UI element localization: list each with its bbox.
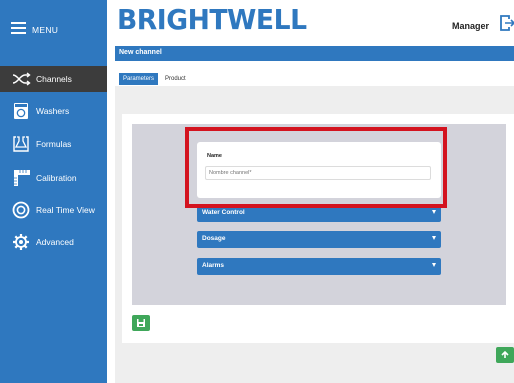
brand-logo: BRIGHTWELL bbox=[117, 3, 307, 36]
washer-icon bbox=[14, 103, 28, 119]
section-alarms[interactable]: Alarms bbox=[197, 258, 441, 275]
sidebar: MENU Channels Washers Formulas Calibrati… bbox=[0, 0, 107, 383]
hamburger-icon bbox=[11, 22, 26, 34]
top-header: BRIGHTWELL Manager bbox=[107, 0, 514, 45]
caret-down-icon bbox=[432, 263, 436, 267]
eye-icon bbox=[12, 201, 30, 219]
sidebar-item-label: Channels bbox=[36, 74, 72, 84]
save-button[interactable] bbox=[132, 315, 150, 331]
arrow-icon bbox=[501, 350, 509, 358]
menu-label: MENU bbox=[32, 25, 59, 35]
tab-product[interactable]: Product bbox=[161, 73, 190, 85]
sidebar-item-channels[interactable]: Channels bbox=[0, 66, 107, 92]
sidebar-item-label: Calibration bbox=[36, 173, 77, 183]
floppy-disk-icon bbox=[137, 319, 145, 327]
next-button[interactable] bbox=[496, 347, 514, 363]
sidebar-item-calibration[interactable]: Calibration bbox=[0, 165, 107, 191]
page-title: New channel bbox=[119, 49, 162, 56]
gear-icon bbox=[13, 234, 29, 250]
ruler-icon bbox=[14, 170, 30, 186]
tab-bar: Parameters Product bbox=[115, 61, 514, 86]
section-title: Water Control bbox=[202, 209, 245, 216]
sidebar-item-label: Real Time View bbox=[36, 205, 95, 215]
sidebar-item-formulas[interactable]: Formulas bbox=[0, 131, 107, 157]
sidebar-item-washers[interactable]: Washers bbox=[0, 98, 107, 124]
user-name[interactable]: Manager bbox=[452, 21, 489, 31]
shuffle-icon bbox=[12, 72, 31, 86]
sidebar-item-label: Washers bbox=[36, 106, 70, 116]
formula-icon bbox=[13, 136, 29, 152]
sidebar-item-real-time-view[interactable]: Real Time View bbox=[0, 197, 107, 223]
caret-down-icon bbox=[432, 210, 436, 214]
caret-down-icon bbox=[432, 236, 436, 240]
menu-toggle[interactable]: MENU bbox=[0, 0, 107, 40]
logout-icon[interactable] bbox=[499, 14, 514, 32]
sidebar-item-label: Formulas bbox=[36, 139, 72, 149]
highlight-box bbox=[185, 127, 447, 208]
section-dosage[interactable]: Dosage bbox=[197, 231, 441, 248]
tab-parameters[interactable]: Parameters bbox=[119, 73, 159, 85]
sidebar-item-advanced[interactable]: Advanced bbox=[0, 229, 107, 255]
section-title: Dosage bbox=[202, 235, 226, 242]
sidebar-item-label: Advanced bbox=[36, 237, 74, 247]
page-title-bar: New channel bbox=[115, 46, 514, 61]
section-title: Alarms bbox=[202, 262, 225, 269]
